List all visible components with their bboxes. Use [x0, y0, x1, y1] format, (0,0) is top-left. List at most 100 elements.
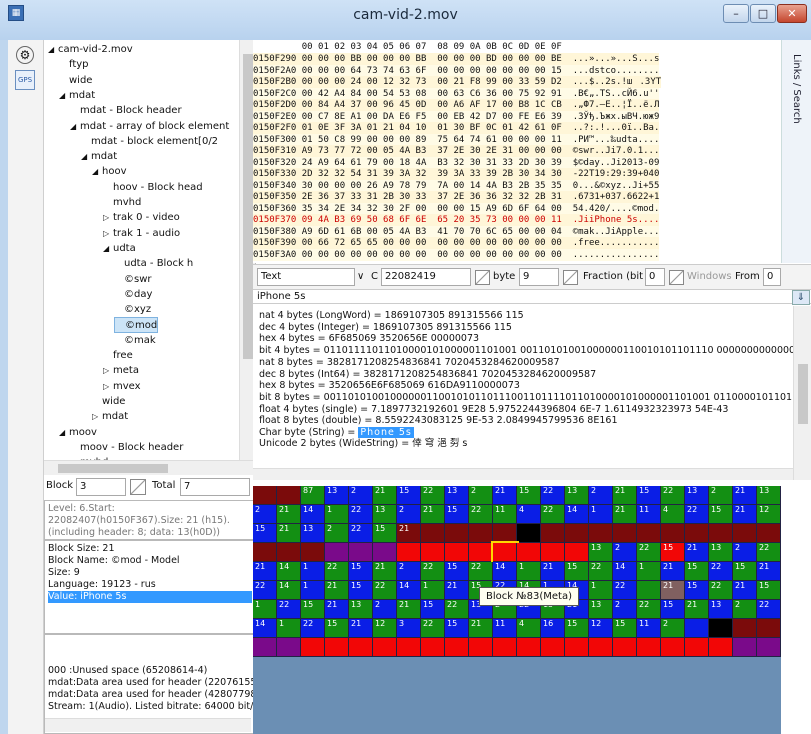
block-cell[interactable]: 1: [421, 581, 445, 600]
block-cell[interactable]: 21: [661, 581, 685, 600]
tree-item[interactable]: ▷ mdat: [92, 409, 128, 425]
block-cell[interactable]: 21: [661, 562, 685, 581]
block-cell[interactable]: [349, 543, 373, 562]
maximize-button[interactable]: □: [750, 4, 776, 23]
block-cell[interactable]: 2: [373, 600, 397, 619]
block-cell[interactable]: [637, 638, 661, 657]
block-cell[interactable]: 15: [709, 505, 733, 524]
hex-row[interactable]: 0150F320 24 A9 64 61 79 00 18 4A B3 32 3…: [253, 156, 660, 169]
block-cell[interactable]: 14: [613, 562, 637, 581]
expand-toggle-icon[interactable]: ▷: [103, 210, 113, 226]
block-cell[interactable]: 21: [733, 505, 757, 524]
tree-item[interactable]: ftyp: [59, 57, 89, 73]
block-cell[interactable]: [661, 524, 685, 543]
block-cell[interactable]: [709, 619, 733, 638]
block-cell[interactable]: 21: [325, 581, 349, 600]
block-cell[interactable]: 2: [613, 543, 637, 562]
block-cell[interactable]: 13: [709, 543, 733, 562]
byte-field[interactable]: 9: [519, 268, 559, 286]
block-cell[interactable]: 22: [709, 562, 733, 581]
block-cell[interactable]: [517, 543, 541, 562]
hex-row[interactable]: 0150F290 00 00 00 BB 00 00 00 BB 00 00 0…: [253, 53, 660, 65]
hex-row[interactable]: 0150F2E0 00 C7 8E A1 00 DA E6 F5 00 EB 4…: [253, 110, 660, 123]
block-cell[interactable]: 1: [637, 562, 661, 581]
down-arrow-icon[interactable]: ⇓: [792, 290, 810, 305]
block-cell[interactable]: 22: [421, 562, 445, 581]
block-cell[interactable]: 2: [253, 505, 277, 524]
block-cell[interactable]: [277, 543, 301, 562]
block-cell[interactable]: [733, 638, 757, 657]
block-info-line[interactable]: Language: 19123 - rus: [48, 579, 252, 591]
block-cell[interactable]: 14: [253, 619, 277, 638]
block-cell[interactable]: 14: [277, 562, 301, 581]
block-cell[interactable]: [325, 638, 349, 657]
tree-item[interactable]: free: [103, 348, 133, 364]
block-cell[interactable]: [277, 486, 301, 505]
hex-row[interactable]: 0150F350 2E 36 37 33 31 2B 30 33 37 2E 3…: [253, 191, 660, 203]
log-hscrollbar[interactable]: [45, 718, 251, 732]
expand-toggle-icon[interactable]: ◢: [92, 164, 102, 180]
block-cell[interactable]: 22: [541, 505, 565, 524]
block-cell[interactable]: 13: [445, 486, 469, 505]
encoding-select[interactable]: Windows: [687, 268, 732, 286]
block-cell[interactable]: 2: [733, 600, 757, 619]
block-cell[interactable]: 22: [613, 581, 637, 600]
block-cell[interactable]: [589, 524, 613, 543]
block-cell[interactable]: [445, 543, 469, 562]
block-cell[interactable]: 15: [253, 524, 277, 543]
block-cell[interactable]: 21: [469, 619, 493, 638]
hex-row[interactable]: 0150F380 A9 6D 61 6B 00 05 4A B3 41 70 7…: [253, 225, 660, 238]
block-cell[interactable]: 2: [589, 486, 613, 505]
block-cell[interactable]: [517, 638, 541, 657]
block-cell[interactable]: 13: [709, 600, 733, 619]
tree-item[interactable]: ▷ meta: [103, 363, 139, 379]
block-cell[interactable]: 2: [397, 505, 421, 524]
chevron-down-icon[interactable]: ∨: [357, 268, 364, 286]
tree-item[interactable]: mvhd: [103, 195, 141, 211]
block-cell[interactable]: 15: [349, 562, 373, 581]
tree-item[interactable]: ◢ cam-vid-2.mov: [48, 42, 133, 58]
block-cell[interactable]: 12: [589, 619, 613, 638]
block-cell[interactable]: 21: [493, 486, 517, 505]
block-cell[interactable]: 15: [445, 619, 469, 638]
block-cell[interactable]: 22: [325, 562, 349, 581]
hex-view[interactable]: 00 01 02 03 04 05 06 07 08 09 0A 0B 0C 0…: [253, 40, 781, 263]
block-cell[interactable]: 14: [301, 505, 325, 524]
expand-toggle-icon[interactable]: ◢: [81, 149, 91, 165]
block-cell[interactable]: 21: [733, 581, 757, 600]
block-cell[interactable]: [373, 543, 397, 562]
block-cell[interactable]: 1: [517, 562, 541, 581]
block-cell[interactable]: [709, 524, 733, 543]
block-cell[interactable]: 15: [517, 486, 541, 505]
block-cell[interactable]: 22: [301, 619, 325, 638]
c-offset-field[interactable]: 22082419: [381, 268, 471, 286]
tree-vscroll-thumb[interactable]: [243, 54, 253, 359]
block-cell[interactable]: 22: [349, 524, 373, 543]
block-cell[interactable]: 15: [661, 543, 685, 562]
tree-item[interactable]: udta - Block h: [114, 256, 193, 272]
block-cell[interactable]: [757, 524, 781, 543]
block-cell[interactable]: [541, 638, 565, 657]
expand-toggle-icon[interactable]: ◢: [103, 241, 113, 257]
block-cell[interactable]: [541, 524, 565, 543]
tree-item[interactable]: ©swr: [114, 272, 152, 288]
expand-toggle-icon[interactable]: ▷: [103, 379, 113, 395]
expand-toggle-icon[interactable]: ◢: [48, 42, 58, 58]
block-cell[interactable]: 22: [469, 562, 493, 581]
block-cell[interactable]: [253, 638, 277, 657]
block-cell[interactable]: 11: [493, 619, 517, 638]
block-info-line[interactable]: Value: iPhone 5s: [48, 591, 252, 603]
hex-row[interactable]: 0150F360 35 34 2E 34 32 30 2F 00 00 00 1…: [253, 202, 660, 215]
hex-row[interactable]: 0150F340 30 00 00 00 26 A9 78 79 7A 00 1…: [253, 179, 660, 192]
block-cell[interactable]: 1: [253, 600, 277, 619]
block-cell[interactable]: [685, 638, 709, 657]
block-cell[interactable]: [349, 638, 373, 657]
block-cell[interactable]: 2: [349, 486, 373, 505]
block-cell[interactable]: [565, 638, 589, 657]
block-cell[interactable]: [565, 543, 589, 562]
block-cell[interactable]: 15: [397, 486, 421, 505]
block-cell[interactable]: 21: [733, 486, 757, 505]
block-cell[interactable]: 13: [325, 486, 349, 505]
block-cell[interactable]: 15: [637, 486, 661, 505]
block-cell[interactable]: [397, 543, 421, 562]
